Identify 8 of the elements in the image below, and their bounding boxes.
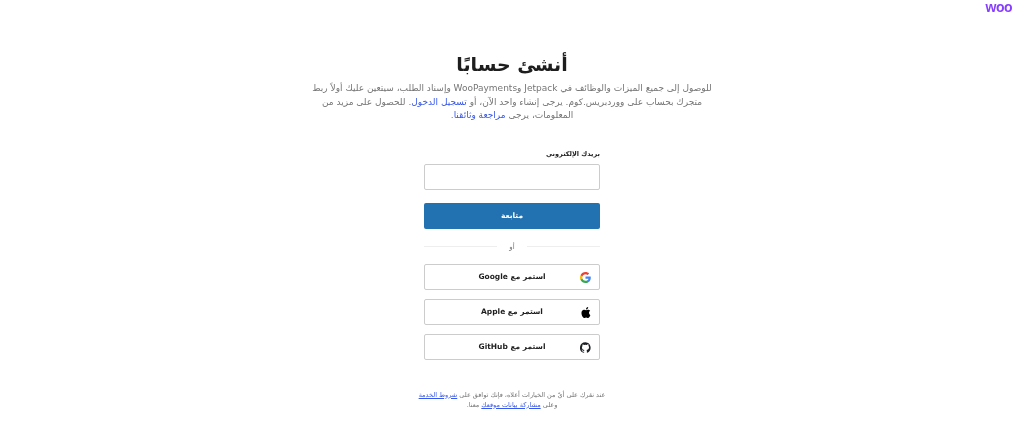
email-field[interactable] [424, 163, 600, 190]
page-title: أنشئ حسابًا [456, 52, 568, 76]
google-icon [580, 271, 591, 283]
github-icon [580, 341, 591, 353]
logo[interactable]: woo [985, 0, 1012, 14]
intro-link[interactable]: تسجيل الدخول [411, 96, 467, 107]
apple-icon [580, 306, 591, 318]
intro-text: للوصول إلى جميع الميزات والوظائف في Jetpack وWooPayments وإسناد الطلب، سيتعين عليك أولاً ربط متجرك بحساب على ووردبريس.كوم. يرجى إنشاء واحد الآن، أو تسجيل الدخول. للحصول على مزيد من المعلومات، يرجى مراجعة وثائقنا. [311, 82, 713, 122]
